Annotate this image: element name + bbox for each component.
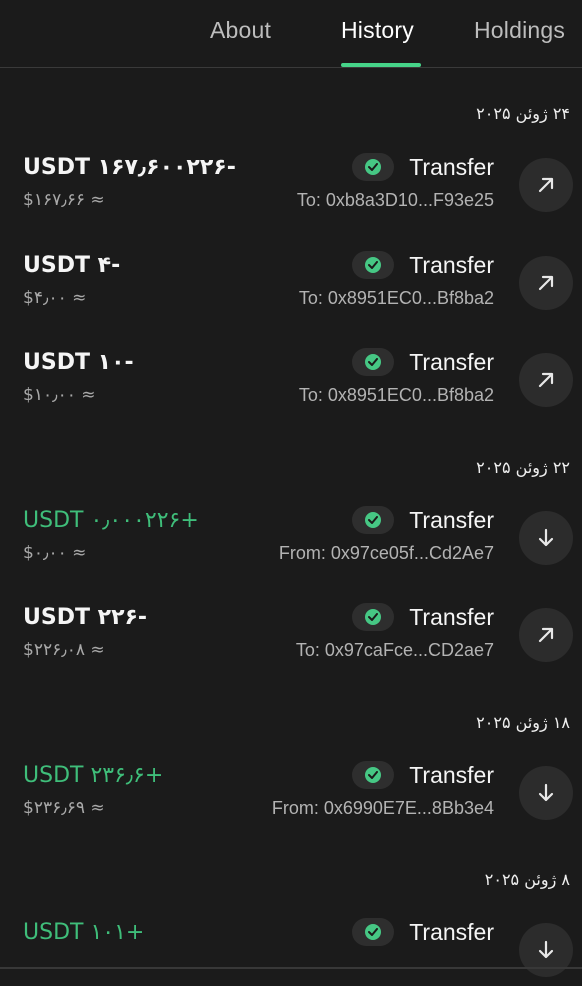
tab-active-indicator xyxy=(341,63,421,67)
counterparty-address: To: 0x8951EC0...Bf8ba2 xyxy=(298,288,494,308)
fiat-value: $۲۲۶٫۰۸ ≈ xyxy=(23,640,105,660)
transaction-type: Transfer xyxy=(409,919,494,945)
transaction-type: Transfer xyxy=(409,507,494,533)
date-header: ۸ ژوئن ۲۰۲۵ xyxy=(484,870,570,889)
status-badge xyxy=(352,761,394,789)
status-badge xyxy=(352,153,394,181)
sent-button[interactable] xyxy=(519,256,573,310)
transaction-amount: USDT ۱۰۱+ xyxy=(23,920,145,945)
transaction-type: Transfer xyxy=(409,604,494,630)
fiat-value: $۱۶۷٫۶۶ ≈ xyxy=(23,190,105,210)
transaction-amount: USDT ۴- xyxy=(23,253,121,278)
transaction-type: Transfer xyxy=(409,349,494,375)
status-badge xyxy=(352,603,394,631)
tab-about[interactable]: About xyxy=(210,17,271,44)
fiat-value: $۴٫۰۰ ≈ xyxy=(23,288,87,308)
fiat-value: $۰٫۰۰ ≈ xyxy=(23,543,87,563)
tab-holdings[interactable]: Holdings xyxy=(474,17,565,44)
tab-history[interactable]: History xyxy=(341,17,414,44)
date-header: ۲۲ ژوئن ۲۰۲۵ xyxy=(476,458,570,477)
counterparty-address: To: 0xb8a3D10...F93e25 xyxy=(296,190,494,210)
sent-button[interactable] xyxy=(519,608,573,662)
counterparty-address: From: 0x97ce05f...Cd2Ae7 xyxy=(278,543,494,563)
counterparty-address: To: 0x97caFce...CD2ae7 xyxy=(295,640,494,660)
status-badge xyxy=(352,506,394,534)
received-button[interactable] xyxy=(519,766,573,820)
transaction-amount: USDT ۱۶۷٫۶۰۰۲۲۶- xyxy=(23,155,236,180)
status-badge xyxy=(352,348,394,376)
transaction-amount: USDT ۲۳۶٫۶+ xyxy=(23,763,164,788)
date-header: ۱۸ ژوئن ۲۰۲۵ xyxy=(476,713,570,732)
counterparty-address: To: 0x8951EC0...Bf8ba2 xyxy=(298,385,494,405)
transaction-type: Transfer xyxy=(409,252,494,278)
bottom-divider xyxy=(0,967,582,969)
sent-button[interactable] xyxy=(519,158,573,212)
status-badge xyxy=(352,251,394,279)
transaction-amount: USDT ۲۲۶- xyxy=(23,605,148,630)
sent-button[interactable] xyxy=(519,353,573,407)
counterparty-address: From: 0x6990E7E...8Bb3e4 xyxy=(271,798,494,818)
tab-bar: About History Holdings xyxy=(0,0,582,68)
date-header: ۲۴ ژوئن ۲۰۲۵ xyxy=(476,104,570,123)
transaction-type: Transfer xyxy=(409,762,494,788)
transaction-type: Transfer xyxy=(409,154,494,180)
fiat-value: $۲۳۶٫۶۹ ≈ xyxy=(23,798,105,818)
status-badge xyxy=(352,918,394,946)
fiat-value: $۱۰٫۰۰ ≈ xyxy=(23,385,96,405)
transaction-amount: USDT ۱۰- xyxy=(23,350,134,375)
received-button[interactable] xyxy=(519,511,573,565)
transaction-amount: USDT ۰٫۰۰۰۲۲۶+ xyxy=(23,508,199,533)
